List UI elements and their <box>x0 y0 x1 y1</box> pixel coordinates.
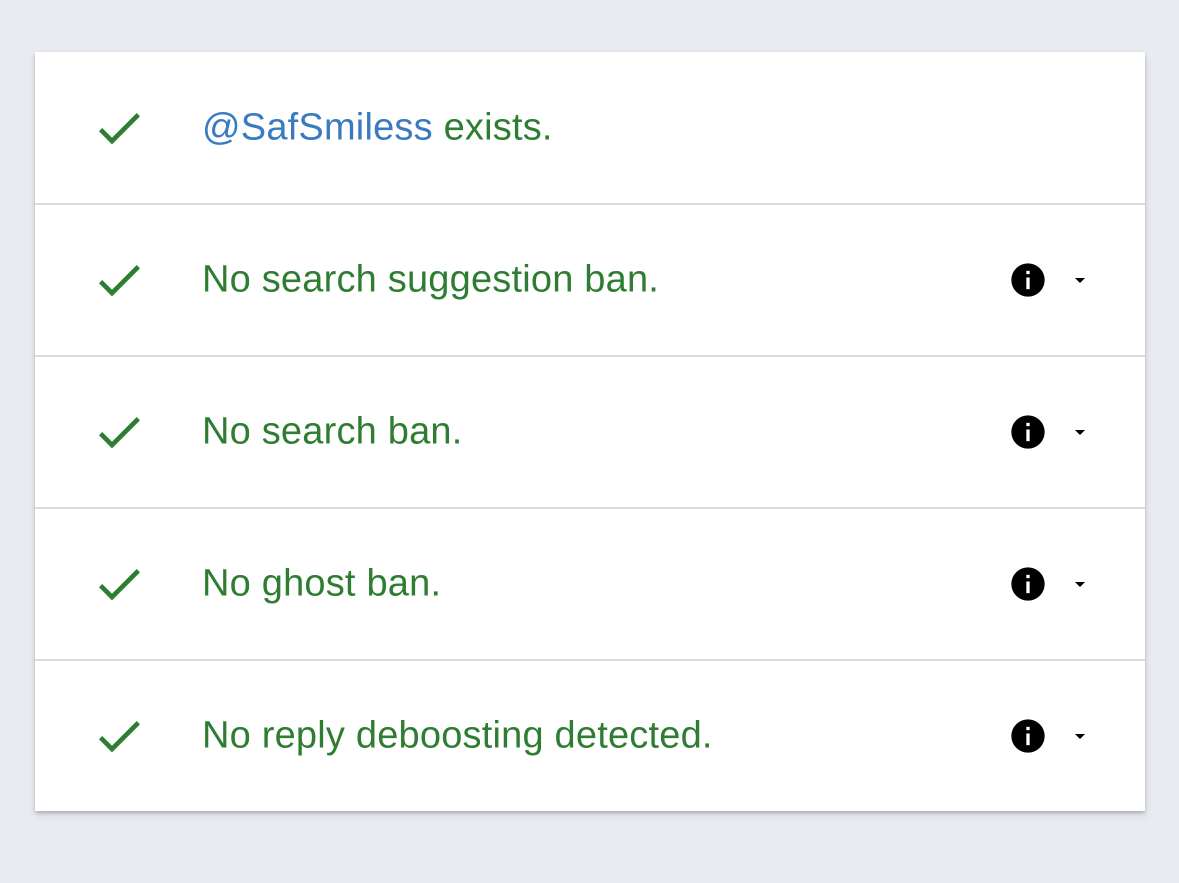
check-icon <box>98 721 140 753</box>
chevron-down-icon[interactable] <box>1068 724 1092 748</box>
result-label: @SafSmiless exists. <box>202 106 553 149</box>
chevron-down-icon[interactable] <box>1068 268 1092 292</box>
result-label: No search suggestion ban. <box>202 258 660 301</box>
result-row-search-ban: No search ban. <box>35 355 1145 507</box>
info-icon[interactable] <box>1008 716 1048 756</box>
result-row-exists: @SafSmiless exists. <box>35 52 1145 203</box>
result-row-search-suggestion-ban: No search suggestion ban. <box>35 203 1145 355</box>
info-icon[interactable] <box>1008 260 1048 300</box>
check-icon <box>98 417 140 449</box>
result-row-ghost-ban: No ghost ban. <box>35 507 1145 659</box>
result-text: exists. <box>432 106 553 148</box>
chevron-down-icon[interactable] <box>1068 420 1092 444</box>
result-label: No ghost ban. <box>202 562 442 605</box>
check-icon <box>98 569 140 601</box>
username-link[interactable]: @SafSmiless <box>202 106 433 148</box>
info-icon[interactable] <box>1008 564 1048 604</box>
info-icon[interactable] <box>1008 412 1048 452</box>
result-label: No reply deboosting detected. <box>202 714 713 757</box>
check-icon <box>98 265 140 297</box>
result-label: No search ban. <box>202 410 463 453</box>
result-row-reply-deboosting: No reply deboosting detected. <box>35 659 1145 811</box>
check-icon <box>98 112 140 144</box>
results-card: @SafSmiless exists. No search suggestion… <box>35 52 1145 811</box>
chevron-down-icon[interactable] <box>1068 572 1092 596</box>
